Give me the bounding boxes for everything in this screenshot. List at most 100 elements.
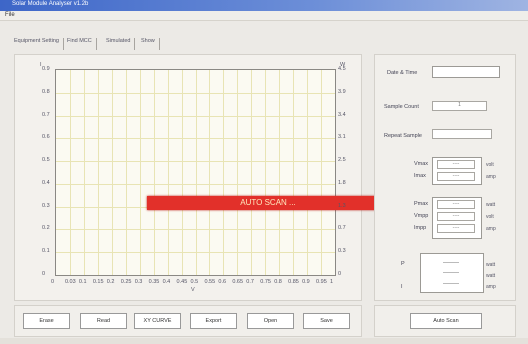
iv-plot — [55, 69, 336, 276]
erase-button[interactable]: Erase — [23, 313, 70, 329]
result-line-3 — [443, 283, 459, 284]
vmax-label: Vmax — [414, 161, 429, 167]
x-tick-label: 0.95 — [316, 279, 327, 285]
plot-vgrid — [251, 70, 253, 275]
result-line-1 — [443, 262, 459, 263]
y-right-tick-label: 3.4 — [338, 111, 346, 118]
plot-vgrid — [307, 70, 309, 275]
y-right-tick-label: 4.5 — [338, 66, 346, 72]
impp-unit: amp — [486, 226, 496, 232]
y-tick-label: 0 — [42, 271, 46, 277]
tab-find-mcc[interactable]: Find MCC — [67, 38, 97, 50]
x-tick-label: 0.35 — [148, 279, 160, 285]
x-tick-label: 0.1 — [78, 279, 87, 285]
tab-equipment-setting[interactable]: Equipment Setting — [14, 38, 64, 50]
plot-vgrid — [293, 70, 295, 275]
vmax-unit: volt — [486, 162, 494, 168]
date-time-field — [432, 66, 500, 78]
result-unit-2: watt — [486, 273, 496, 279]
x-tick-label: 0.7 — [246, 279, 254, 285]
x-tick-label: 0.3 — [134, 279, 143, 285]
repeat-sample-field[interactable] — [432, 129, 492, 139]
plot-vgrid — [125, 70, 127, 275]
repeat-sample-label: Repeat Sample — [384, 133, 422, 139]
plot-vgrid — [321, 70, 323, 275]
x-tick-label: 0.55 — [204, 279, 216, 285]
export-button[interactable]: Export — [190, 313, 237, 329]
plot-vgrid — [167, 70, 169, 275]
impp-label: Impp — [414, 225, 427, 231]
title-bar: Solar Module Analyser v1.2b — [0, 0, 528, 11]
impp-field: ---- — [437, 224, 475, 233]
results-group — [420, 253, 484, 293]
x-tick-label: 0.65 — [232, 279, 244, 285]
plot-vgrid — [139, 70, 141, 275]
x-tick-label: 0.25 — [120, 279, 132, 285]
auto-scan-button[interactable]: Auto Scan — [410, 313, 482, 329]
y-tick-label: 0.2 — [42, 225, 50, 232]
plot-vgrid — [181, 70, 183, 275]
vmax-field: ---- — [437, 160, 475, 169]
x-tick-label: 0.15 — [92, 279, 104, 285]
auto-scan-banner: AUTO SCAN ... — [147, 196, 389, 210]
plot-vgrid — [97, 70, 99, 275]
y-right-tick-label: 0.3 — [338, 248, 346, 255]
pmax-field: ---- — [437, 200, 475, 209]
y-right-tick-label: 3.1 — [338, 134, 346, 141]
plot-hgrid — [56, 252, 335, 254]
y-right-tick-label: 1.3 — [338, 202, 346, 209]
x-tick-label: 0.03 — [64, 279, 76, 285]
lower-p-label: P — [401, 261, 405, 267]
date-time-label: Date & Time — [387, 70, 418, 76]
plot-vgrid — [209, 70, 211, 275]
x-tick-label: 0.8 — [274, 279, 282, 285]
plot-vgrid — [69, 70, 71, 275]
y-right-tick-label: 2.5 — [338, 157, 346, 164]
plot-hgrid — [56, 161, 335, 163]
plot-hgrid — [56, 92, 335, 94]
plot-vgrid — [111, 70, 113, 275]
window-title: Solar Module Analyser v1.2b — [12, 1, 89, 7]
xy-curve-button[interactable]: XY CURVE — [134, 313, 181, 329]
y-right-tick-label: 3.9 — [338, 88, 346, 95]
plot-hgrid — [56, 138, 335, 140]
tab-show[interactable]: Show — [141, 38, 160, 50]
plot-vgrid — [237, 70, 239, 275]
result-unit-1: watt — [486, 262, 496, 268]
tab-simulated[interactable]: Simulated — [106, 38, 136, 50]
x-tick-label: 0.5 — [190, 279, 199, 285]
x-tick-label: 0.2 — [106, 279, 115, 285]
imax-unit: amp — [486, 174, 496, 180]
y-tick-label: 0.9 — [42, 66, 50, 72]
y-right-tick-label: 1.8 — [338, 179, 346, 186]
plot-vgrid — [83, 70, 85, 275]
x-tick-label: 1 — [330, 279, 334, 285]
plot-hgrid — [56, 229, 335, 231]
y-tick-label: 0.3 — [42, 202, 50, 209]
y-tick-label: 0.4 — [42, 179, 50, 186]
status-bar — [0, 338, 528, 344]
x-tick-label: 0.4 — [162, 279, 171, 285]
y-right-tick-label: 0.7 — [338, 225, 346, 232]
x-tick-label: 0.75 — [260, 279, 271, 285]
read-button[interactable]: Read — [80, 313, 127, 329]
open-button[interactable]: Open — [247, 313, 294, 329]
menu-bar: File — [0, 11, 528, 21]
plot-vgrid — [153, 70, 155, 275]
plot-vgrid — [223, 70, 225, 275]
result-unit-3: amp — [486, 284, 496, 290]
y-tick-label: 0.8 — [42, 88, 50, 95]
y-right-tick-label: 0 — [338, 271, 342, 277]
menu-file[interactable]: File — [5, 12, 15, 18]
x-tick-label: 0.85 — [288, 279, 299, 285]
save-button[interactable]: Save — [303, 313, 350, 329]
plot-vgrid — [195, 70, 197, 275]
y-tick-label: 0.1 — [42, 248, 50, 255]
sample-count-field[interactable]: 1 — [432, 101, 487, 111]
vmpp-field: ---- — [437, 212, 475, 221]
y-tick-label: 0.5 — [42, 157, 50, 164]
sample-count-label: Sample Count — [384, 104, 419, 110]
plot-vgrid — [279, 70, 281, 275]
plot-vgrid — [265, 70, 267, 275]
lower-i-label: I — [401, 284, 403, 290]
